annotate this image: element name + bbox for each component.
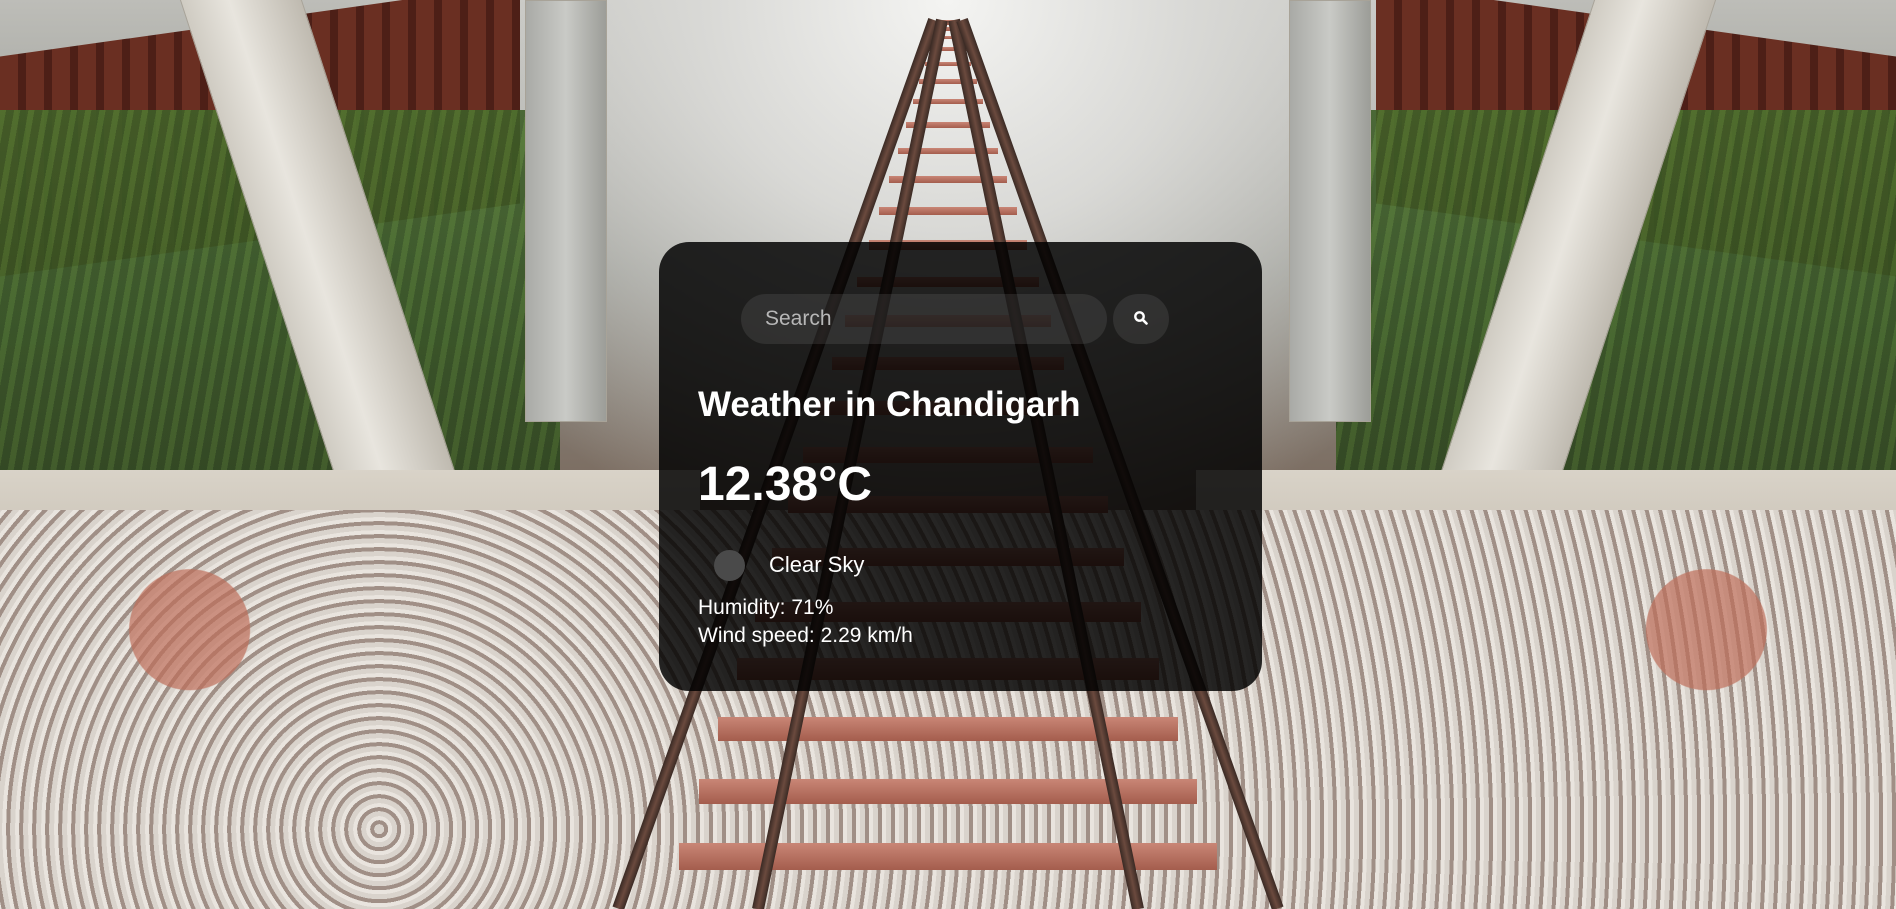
humidity: Humidity: 71%: [698, 596, 834, 619]
search-icon: [1133, 310, 1149, 329]
track-sleeper: [678, 842, 1218, 870]
city-title: Weather in Chandigarh: [698, 385, 1081, 424]
bridge-pillar-right: [1289, 0, 1371, 422]
search-input[interactable]: [741, 294, 1107, 344]
weather-icon: [714, 549, 745, 581]
search-button[interactable]: [1113, 294, 1169, 344]
temperature: 12.38°C: [698, 458, 872, 511]
weather-card: Weather in Chandigarh 12.38°C Clear Sky …: [659, 242, 1262, 691]
condition-description: Clear Sky: [769, 552, 865, 577]
condition-row: Clear Sky: [714, 548, 864, 582]
search-bar: [741, 294, 1178, 344]
wind-speed: Wind speed: 2.29 km/h: [698, 624, 913, 647]
bridge-pillar-left: [525, 0, 607, 422]
